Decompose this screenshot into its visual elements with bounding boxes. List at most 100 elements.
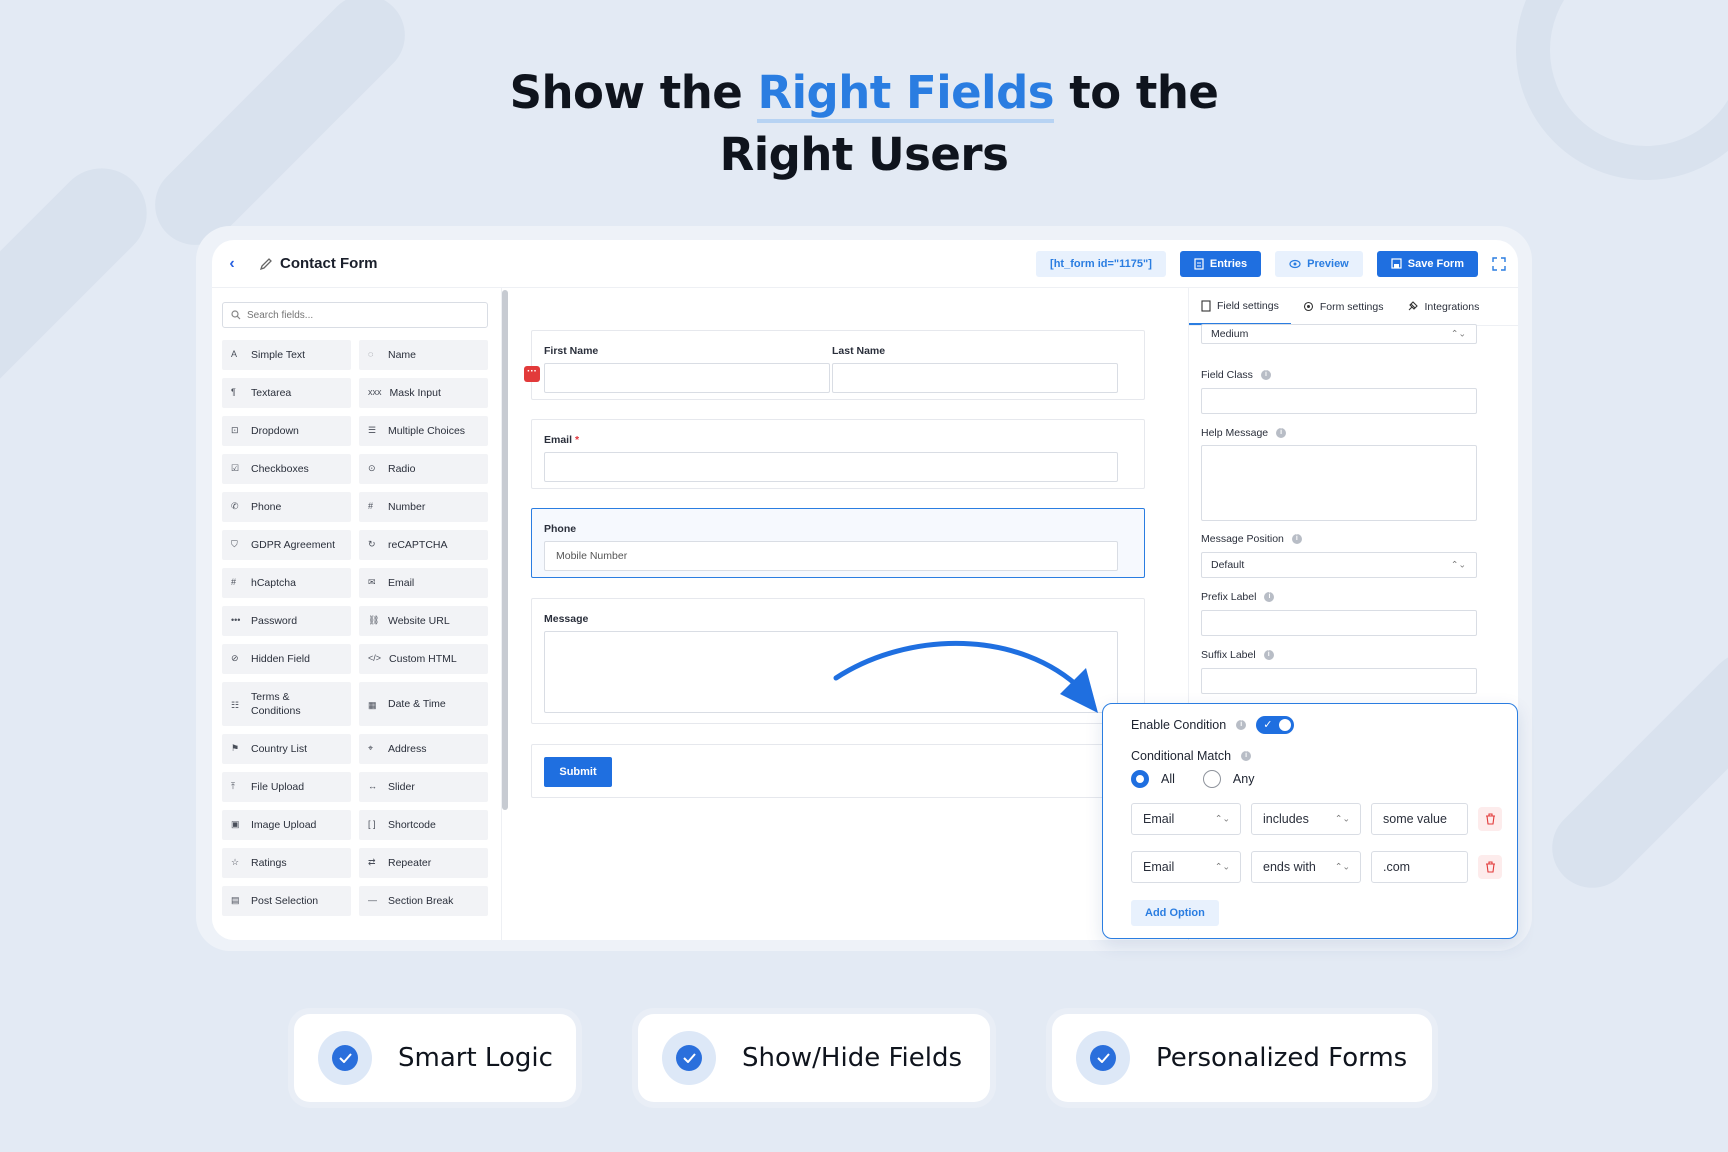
search-field-box[interactable] <box>222 302 488 328</box>
field-item[interactable]: ☷ Terms & Conditions <box>222 682 351 726</box>
field-item[interactable]: ▤ Post Selection <box>222 886 351 916</box>
select-caret-icon: ⌃⌄ <box>1334 861 1350 872</box>
info-icon[interactable]: i <box>1264 592 1275 602</box>
prefix-input[interactable] <box>1201 610 1477 636</box>
radio-label: Any <box>1232 772 1255 786</box>
field-item[interactable]: # hCaptcha <box>222 568 351 598</box>
field-item[interactable]: ◌ Name <box>359 340 488 370</box>
more-options-icon[interactable]: ··· <box>524 366 540 382</box>
info-icon[interactable]: i <box>1263 650 1274 660</box>
size-select[interactable]: Medium ⌃⌄ <box>1201 324 1477 344</box>
delete-rule-button[interactable] <box>1478 807 1502 831</box>
tab-integrations[interactable]: Integrations <box>1395 288 1491 325</box>
tab-label: Field settings <box>1217 299 1279 312</box>
email-input[interactable] <box>544 452 1118 482</box>
email-block[interactable]: Email * <box>531 419 1145 489</box>
delete-rule-button[interactable] <box>1478 855 1502 879</box>
label-text: Message Position <box>1201 533 1284 545</box>
field-item-label: Ratings <box>251 857 287 869</box>
field-item[interactable]: ✉ Email <box>359 568 488 598</box>
terms-icon: ☷ <box>231 700 240 710</box>
field-item[interactable]: ⛓ Website URL <box>359 606 488 636</box>
field-item[interactable]: ☆ Ratings <box>222 848 351 878</box>
fullscreen-icon[interactable] <box>1492 256 1506 271</box>
field-item-label: Shortcode <box>388 819 436 831</box>
eye-off-icon: ⊘ <box>231 653 239 663</box>
submit-button[interactable]: Submit <box>544 757 612 787</box>
help-message-textarea[interactable] <box>1201 445 1477 521</box>
phone-input[interactable]: Mobile Number <box>544 541 1118 571</box>
tab-form-settings[interactable]: Form settings <box>1291 288 1396 325</box>
back-button[interactable]: ‹ <box>222 255 242 273</box>
document-icon <box>1194 257 1204 270</box>
brackets-icon: [ ] <box>368 819 376 829</box>
name-row-block[interactable]: First Name Last Name <box>531 330 1145 400</box>
rule-operator-select[interactable]: ends with ⌃⌄ <box>1251 851 1361 883</box>
phone-block[interactable]: Phone Mobile Number <box>531 508 1145 578</box>
tab-field-settings[interactable]: Field settings <box>1189 288 1291 325</box>
preview-button[interactable]: Preview <box>1275 250 1363 277</box>
enable-condition-toggle[interactable]: ✓ <box>1256 716 1295 734</box>
image-icon: ▣ <box>231 819 240 829</box>
field-item[interactable]: ✆ Phone <box>222 492 351 522</box>
field-item[interactable]: ⇄ Repeater <box>359 848 488 878</box>
field-item[interactable]: ••• Password <box>222 606 351 636</box>
field-item[interactable]: </> Custom HTML <box>359 644 488 674</box>
radio-all[interactable]: All <box>1131 770 1175 788</box>
edit-icon[interactable] <box>258 256 274 272</box>
radio-label: All <box>1161 772 1175 786</box>
shield-icon: ⛉ <box>231 539 238 549</box>
field-item[interactable]: ☑ Checkboxes <box>222 454 351 484</box>
search-input[interactable] <box>247 309 467 321</box>
radio-any[interactable]: Any <box>1202 770 1255 788</box>
field-item[interactable]: ⊘ Hidden Field <box>222 644 351 674</box>
select-caret-icon: ⌃⌄ <box>1450 328 1466 339</box>
field-item[interactable]: ▣ Image Upload <box>222 810 351 840</box>
save-form-button[interactable]: Save Form <box>1376 250 1478 277</box>
document-icon: ▤ <box>231 895 240 905</box>
field-item[interactable]: ☰ Multiple Choices <box>359 416 488 446</box>
radio-dot <box>1202 770 1221 788</box>
field-item[interactable]: [ ] Shortcode <box>359 810 488 840</box>
field-item[interactable]: ⌖ Address <box>359 734 488 764</box>
add-option-button[interactable]: Add Option <box>1131 900 1219 926</box>
info-icon[interactable]: i <box>1276 428 1287 438</box>
field-item[interactable]: ¶ Textarea <box>222 378 351 408</box>
field-item[interactable]: ↔ Slider <box>359 772 488 802</box>
field-item[interactable]: A Simple Text <box>222 340 351 370</box>
field-item[interactable]: ▦ Date & Time <box>359 682 488 726</box>
info-icon[interactable]: i <box>1291 534 1302 544</box>
field-item[interactable]: — Section Break <box>359 886 488 916</box>
suffix-input[interactable] <box>1201 668 1477 694</box>
check-circle-icon <box>1076 1031 1130 1085</box>
field-item[interactable]: ⊡ Dropdown <box>222 416 351 446</box>
info-icon[interactable]: i <box>1241 751 1252 761</box>
upload-icon: ⤒ <box>231 781 235 791</box>
check-circle-icon <box>318 1031 372 1085</box>
field-item[interactable]: xxx Mask Input <box>359 378 488 408</box>
field-class-input[interactable] <box>1201 388 1477 414</box>
first-name-input[interactable] <box>544 363 830 393</box>
field-item[interactable]: ⚑ Country List <box>222 734 351 764</box>
rule-operator-select[interactable]: includes ⌃⌄ <box>1251 803 1361 835</box>
shortcode-badge[interactable]: [ht_form id="1175"] <box>1036 250 1166 277</box>
field-item-label: Number <box>388 501 426 513</box>
field-item[interactable]: ⛉ GDPR Agreement <box>222 530 351 560</box>
feature-badge: Personalized Forms <box>1052 1014 1432 1102</box>
message-position-select[interactable]: Default ⌃⌄ <box>1201 552 1477 578</box>
map-icon: ⌖ <box>368 743 374 753</box>
submit-block: Submit <box>531 744 1145 798</box>
field-item[interactable]: ⤒ File Upload <box>222 772 351 802</box>
info-icon[interactable]: i <box>1236 720 1247 730</box>
field-item[interactable]: # Number <box>359 492 488 522</box>
rule-value-input[interactable]: .com <box>1371 851 1468 883</box>
rule-value-input[interactable]: some value <box>1371 803 1468 835</box>
rule-field-select[interactable]: Email ⌃⌄ <box>1131 803 1241 835</box>
field-list-scrollbar[interactable] <box>502 290 508 810</box>
entries-button[interactable]: Entries <box>1179 250 1262 277</box>
field-item[interactable]: ⊙ Radio <box>359 454 488 484</box>
field-item[interactable]: ↻ reCAPTCHA <box>359 530 488 560</box>
info-icon[interactable]: i <box>1260 370 1271 380</box>
rule-field-select[interactable]: Email ⌃⌄ <box>1131 851 1241 883</box>
last-name-input[interactable] <box>832 363 1118 393</box>
